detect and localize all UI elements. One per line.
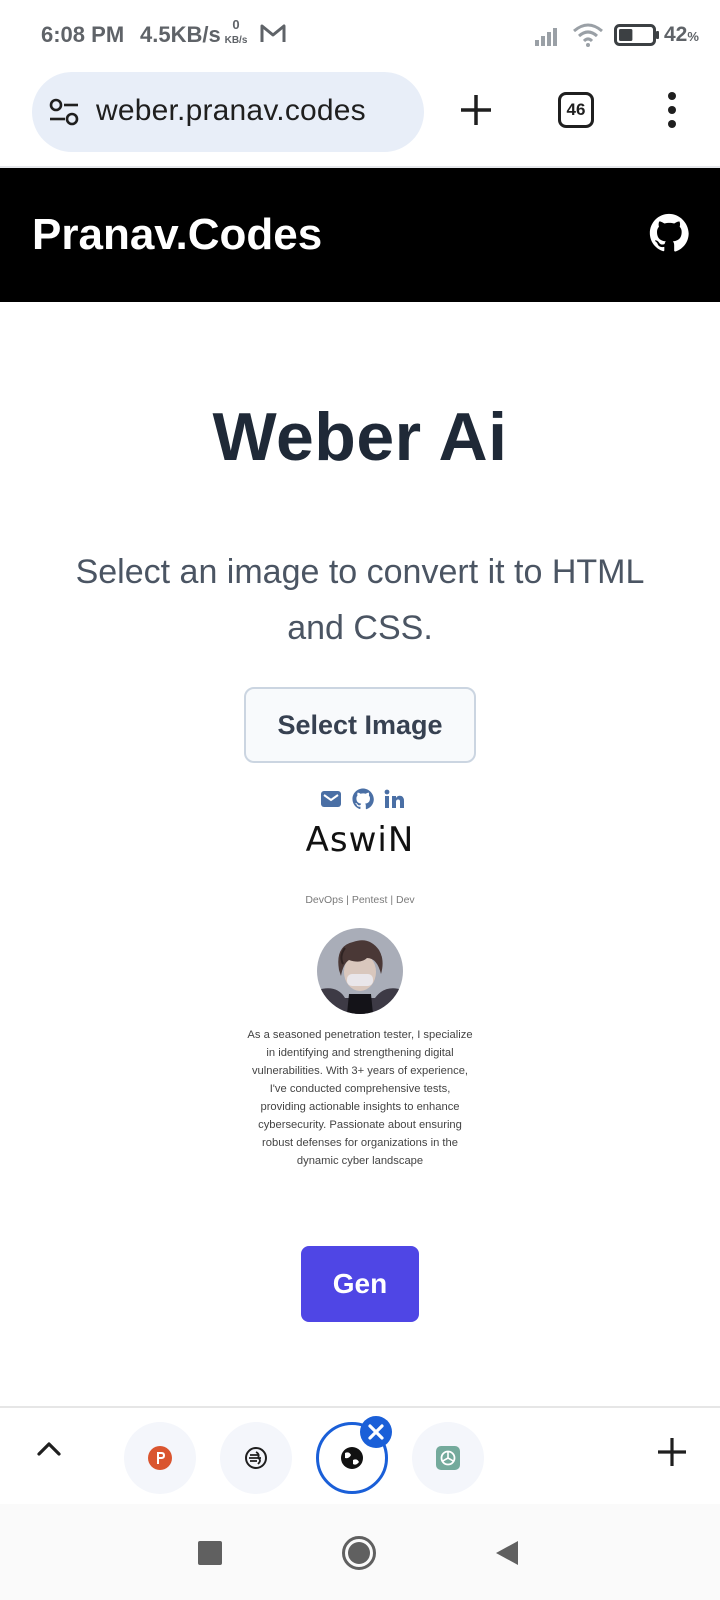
status-bar: 6:08 PM 4.5KB/s 0 KB/s 42% — [0, 0, 720, 70]
url-text[interactable]: weber.pranav.codes — [96, 94, 366, 128]
email-icon — [321, 791, 341, 807]
clock: 6:08 PM — [41, 22, 125, 47]
generate-button[interactable]: Gen — [301, 1246, 419, 1322]
linkedin-icon — [384, 789, 404, 808]
more-menu-icon[interactable] — [660, 90, 684, 130]
tab-chatgpt[interactable] — [412, 1422, 484, 1494]
select-image-button[interactable]: Select Image — [244, 687, 476, 763]
add-tab-icon[interactable] — [655, 1435, 689, 1469]
tab-producthunt[interactable] — [124, 1422, 196, 1494]
globe-icon — [341, 1447, 363, 1469]
page-description: Select an image to convert it to HTML an… — [75, 553, 645, 647]
upload-speed-unit: KB/s — [224, 35, 248, 46]
signal-icon — [535, 28, 557, 46]
site-header: Pranav.Codes — [0, 168, 720, 302]
preview-tagline: DevOps | Pentest | Dev — [305, 894, 415, 906]
tab-strip — [0, 1406, 720, 1504]
page-title: Weber Ai — [212, 399, 508, 475]
avatar — [317, 928, 403, 1014]
chevron-up-icon[interactable] — [36, 1438, 62, 1460]
tab-brain[interactable] — [220, 1422, 292, 1494]
site-settings-icon[interactable] — [49, 98, 79, 126]
producthunt-icon — [148, 1446, 172, 1470]
system-nav-bar — [0, 1504, 720, 1600]
back-button[interactable] — [494, 1539, 520, 1567]
battery-icon — [614, 24, 659, 46]
upload-speed-value: 0 — [232, 17, 240, 32]
wifi-icon — [573, 23, 603, 47]
address-bar[interactable]: weber.pranav.codes — [32, 72, 424, 152]
battery-percent-value: 42 — [664, 23, 688, 46]
browser-toolbar: weber.pranav.codes 46 — [0, 70, 720, 168]
brain-icon — [245, 1447, 267, 1469]
new-tab-icon[interactable] — [458, 92, 494, 128]
battery-percent: 42% — [664, 23, 699, 47]
recents-button[interactable] — [198, 1541, 222, 1565]
chatgpt-icon — [436, 1446, 460, 1470]
home-button[interactable] — [341, 1535, 377, 1571]
site-brand[interactable]: Pranav.Codes — [32, 210, 322, 260]
tab-switcher-button[interactable]: 46 — [558, 92, 594, 128]
preview-name: AswiN — [305, 820, 415, 860]
image-preview: AswiN DevOps | Pentest | Dev As a season… — [240, 786, 480, 1167]
preview-bio: As a seasoned penetration tester, I spec… — [247, 1029, 473, 1167]
preview-social-icons — [320, 788, 408, 812]
close-tab-icon[interactable] — [360, 1416, 392, 1448]
github-icon[interactable] — [649, 213, 689, 253]
battery-percent-unit: % — [687, 29, 699, 44]
gmail-icon — [260, 24, 286, 42]
network-speed: 4.5KB/s — [140, 22, 221, 47]
github-icon — [352, 788, 374, 810]
upload-speed: 0 KB/s — [223, 18, 249, 48]
